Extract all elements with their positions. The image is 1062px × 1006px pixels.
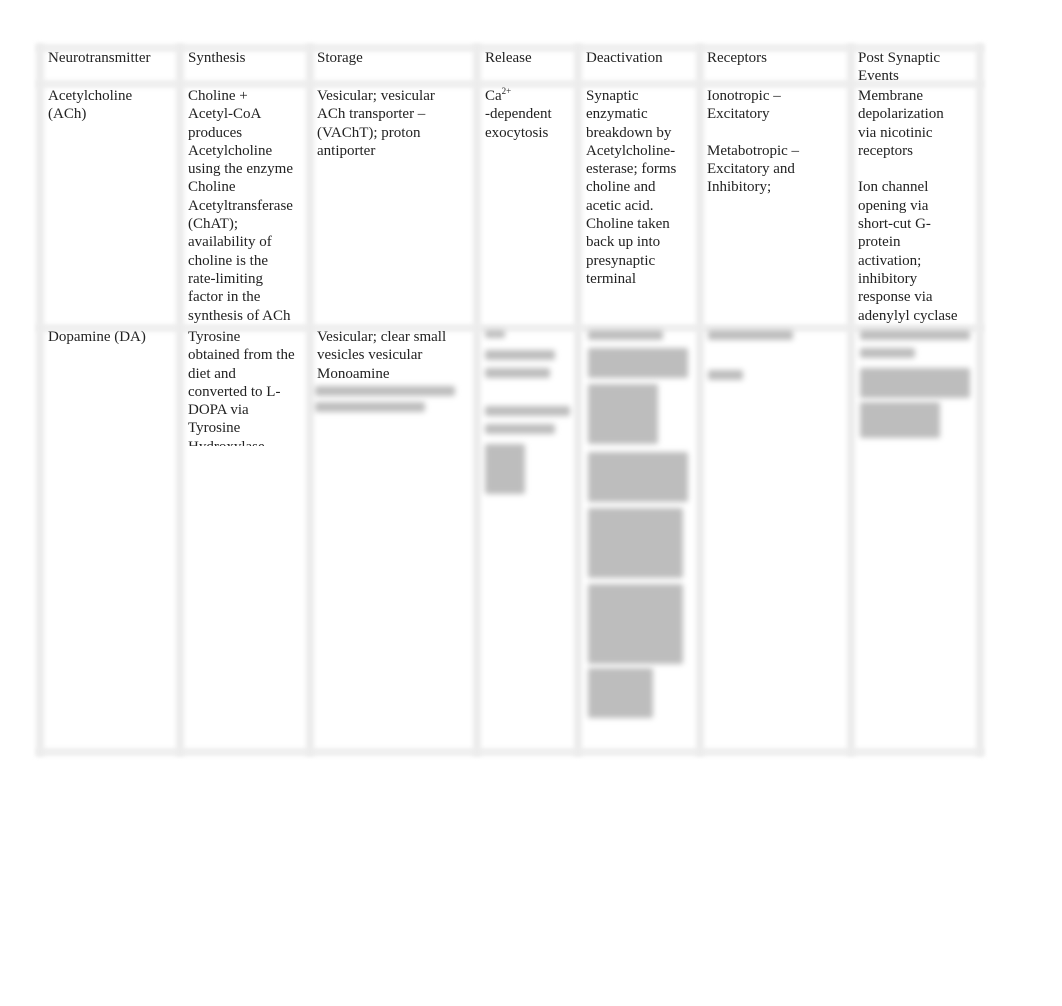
cell-deactivation: Synaptic enzymatic breakdown by Acetylch… (586, 88, 677, 287)
cell-storage: Vesicular; clear small vesicles vesicula… (317, 329, 447, 382)
column-divider (306, 44, 314, 756)
cell-post-synaptic-events: Membrane depolarization via nicotinic re… (858, 88, 958, 324)
cell-synthesis: Choline + Acetyl-CoA produces Acetylchol… (188, 88, 293, 324)
header-release: Release (485, 50, 532, 66)
column-divider (574, 44, 582, 756)
column-divider (473, 44, 481, 756)
column-divider (176, 44, 184, 756)
neurotransmitter-table (36, 44, 984, 756)
column-divider (696, 44, 704, 756)
cell-synthesis: Tyrosine obtained from the diet and conv… (188, 329, 295, 446)
header-deactivation: Deactivation (586, 50, 663, 66)
release-text: -dependent exocytosis (485, 106, 552, 141)
header-receptors: Receptors (707, 50, 767, 66)
header-neurotransmitter: Neurotransmitter (48, 50, 151, 66)
column-divider (847, 44, 855, 756)
cell-storage: Vesicular; vesicular ACh transporter – (… (317, 88, 435, 159)
column-divider (976, 44, 984, 756)
release-ion-charge: 2+ (501, 86, 512, 96)
release-ion: Ca (485, 88, 502, 104)
header-storage: Storage (317, 50, 363, 66)
cell-receptors: Ionotropic – Excitatory Metabotropic – E… (707, 88, 800, 196)
cell-neurotransmitter: Dopamine (DA) (48, 329, 146, 345)
cell-release: Ca2+ -dependent exocytosis (485, 87, 552, 142)
header-post-synaptic-events: Post Synaptic Events (858, 50, 941, 85)
header-synthesis: Synthesis (188, 50, 246, 66)
column-divider (36, 44, 44, 756)
cell-neurotransmitter: Acetylcholine (ACh) (48, 88, 133, 123)
